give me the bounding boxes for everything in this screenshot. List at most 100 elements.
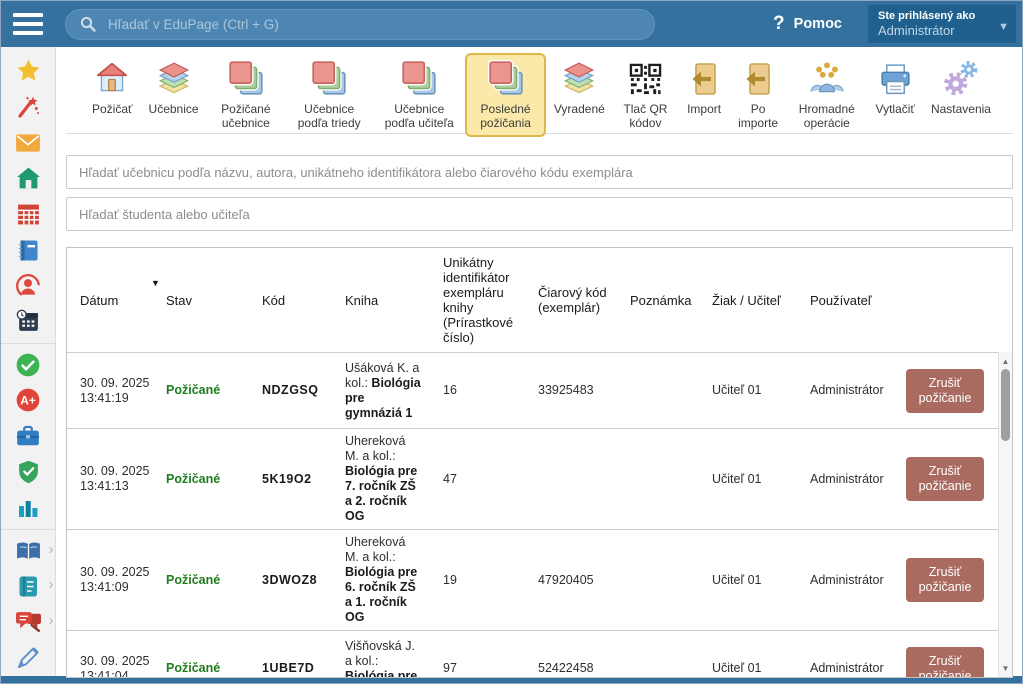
column-header-9[interactable]: Používateľ	[797, 289, 892, 312]
toolbar-item-label: Posledné požičania	[473, 102, 538, 130]
sidebar-item-check-circle[interactable]	[1, 347, 56, 383]
sidebar-item-grade-aplus[interactable]: A+	[1, 382, 56, 418]
sidebar-item-calendar-clock[interactable]	[1, 304, 56, 340]
global-search[interactable]	[65, 9, 655, 40]
sidebar: A+›››	[1, 47, 56, 676]
door-arrow-icon	[740, 59, 776, 99]
toolbar-item-pozicat[interactable]: Požičať	[84, 53, 141, 123]
table-scrollbar[interactable]: ▲▼	[998, 352, 1012, 677]
stack-icon	[400, 59, 438, 99]
sidebar-item-briefcase[interactable]	[1, 418, 56, 454]
cell-user: Administrátor	[797, 467, 892, 492]
wand-icon	[16, 95, 40, 119]
sidebar-item-documents[interactable]: ›	[1, 569, 56, 605]
sort-descending-icon[interactable]: ▼	[151, 278, 160, 288]
user-menu[interactable]: Ste prihlásený ako Administrátor ▼	[868, 5, 1016, 43]
sidebar-item-person[interactable]	[1, 268, 56, 304]
filters	[66, 134, 1013, 231]
toolbar-item-import[interactable]: Import	[678, 53, 730, 123]
scroll-up-icon[interactable]: ▲	[999, 354, 1012, 368]
cell-code: 3DWOZ8	[249, 568, 332, 593]
column-header-7[interactable]: Poznámka	[617, 289, 699, 312]
sidebar-item-pen[interactable]	[1, 640, 56, 676]
sidebar-item-wand[interactable]	[1, 89, 56, 125]
home-house-icon	[93, 59, 131, 99]
cell-date: 30. 09. 202513:41:04	[67, 649, 153, 678]
printer-icon	[877, 59, 914, 99]
topbar: ? Pomoc Ste prihlásený ako Administrátor…	[1, 1, 1022, 47]
stack-icon	[487, 59, 525, 99]
cell-user: Administrátor	[797, 656, 892, 677]
shield-check-icon	[16, 459, 41, 485]
column-header-3[interactable]: Kód	[249, 289, 332, 312]
mail-icon	[15, 132, 41, 154]
toolbar-item-vytlacit[interactable]: Vytlačiť	[868, 53, 923, 123]
cell-code: NDZGSQ	[249, 378, 332, 403]
toolbar-item-ucebnice-podla-triedy[interactable]: Učebnice podľa triedy	[285, 53, 373, 137]
cell-note	[617, 474, 699, 484]
sidebar-item-timetable[interactable]	[1, 196, 56, 232]
column-header-2[interactable]: Stav	[153, 289, 249, 312]
column-header-1[interactable]: Dátum	[67, 289, 153, 312]
toolbar-item-posledne-pozicania[interactable]: Posledné požičania	[465, 53, 546, 137]
toolbar-item-ucebnice-podla-ucitela[interactable]: Učebnice podľa učiteľa	[373, 53, 465, 137]
cell-barcode: 52422458	[525, 656, 617, 677]
cancel-loan-button[interactable]: Zrušiť požičanie	[906, 647, 984, 678]
toolbar-item-tlac-qr-kodov[interactable]: Tlač QR kódov	[613, 53, 678, 137]
cancel-loan-button[interactable]: Zrušiť požičanie	[906, 558, 984, 602]
chevron-right-icon: ›	[49, 541, 54, 558]
cell-barcode: 33925483	[525, 378, 617, 403]
column-header-8[interactable]: Žiak / Učiteľ	[699, 289, 797, 312]
column-header-5[interactable]: Unikátny identifikátor exempláru knihy (…	[430, 251, 525, 349]
sidebar-item-bar-chart[interactable]	[1, 490, 56, 526]
toolbar-item-hromadne-operacie[interactable]: Hromadné operácie	[786, 53, 867, 137]
column-header-10[interactable]	[892, 296, 1012, 304]
sidebar-item-notebook[interactable]	[1, 232, 56, 268]
scrollbar-thumb[interactable]	[1001, 369, 1010, 441]
toolbar-item-label: Vyradené	[554, 102, 605, 116]
cell-date: 30. 09. 202513:41:13	[67, 459, 153, 499]
toolbar-item-nastavenia[interactable]: Nastavenia	[923, 53, 999, 123]
column-header-4[interactable]: Kniha	[332, 289, 430, 312]
cell-person: Učiteľ 01	[699, 568, 797, 593]
help-button[interactable]: ? Pomoc	[773, 13, 842, 35]
global-search-input[interactable]	[106, 16, 640, 33]
book-search-input[interactable]	[66, 155, 1013, 189]
layers-icon	[559, 59, 599, 99]
cell-action: Zrušiť požičanie	[892, 457, 984, 501]
cancel-loan-button[interactable]: Zrušiť požičanie	[906, 369, 984, 413]
cancel-loan-button[interactable]: Zrušiť požičanie	[906, 457, 984, 501]
sidebar-item-library-book[interactable]: ›	[1, 533, 56, 569]
cell-code: 5K19O2	[249, 467, 332, 492]
toolbar-item-po-importe[interactable]: Po importe	[730, 53, 786, 137]
cell-note	[617, 386, 699, 396]
sidebar-item-shield-check[interactable]	[1, 454, 56, 490]
cell-barcode: 47920405	[525, 568, 617, 593]
cell-code: 1UBE7D	[249, 656, 332, 677]
bar-chart-icon	[16, 496, 40, 520]
toolbar-item-label: Import	[687, 102, 721, 116]
library-book-icon	[15, 539, 42, 563]
chevron-down-icon: ▼	[998, 21, 1009, 33]
toolbar-item-ucebnice[interactable]: Učebnice	[141, 53, 207, 123]
sidebar-item-messages[interactable]: ›	[1, 604, 56, 640]
toolbar-item-pozicane-ucebnice[interactable]: Požičané učebnice	[207, 53, 286, 137]
status-badge: Požičané	[153, 568, 249, 593]
table-body: 30. 09. 202513:41:19PožičanéNDZGSQUšákov…	[67, 352, 1012, 677]
menu-icon[interactable]	[13, 13, 43, 35]
toolbar-item-vyradene[interactable]: Vyradené	[546, 53, 613, 123]
cell-action: Zrušiť požičanie	[892, 647, 984, 678]
cell-uid: 19	[430, 568, 525, 593]
sidebar-item-star[interactable]	[1, 53, 56, 89]
sidebar-divider	[1, 529, 56, 530]
person-search-input[interactable]	[66, 197, 1013, 231]
status-badge: Požičané	[153, 378, 249, 403]
loans-table: DátumStavKódKnihaUnikátny identifikátor …	[66, 247, 1013, 678]
table-row: 30. 09. 202513:41:19PožičanéNDZGSQUšákov…	[67, 352, 1012, 428]
toolbar-item-label: Učebnice podľa triedy	[293, 102, 365, 130]
door-arrow-icon	[686, 59, 722, 99]
sidebar-item-home[interactable]	[1, 160, 56, 196]
column-header-6[interactable]: Čiarový kód (exemplár)	[525, 281, 617, 319]
sidebar-item-mail[interactable]	[1, 125, 56, 161]
scroll-down-icon[interactable]: ▼	[999, 661, 1012, 675]
